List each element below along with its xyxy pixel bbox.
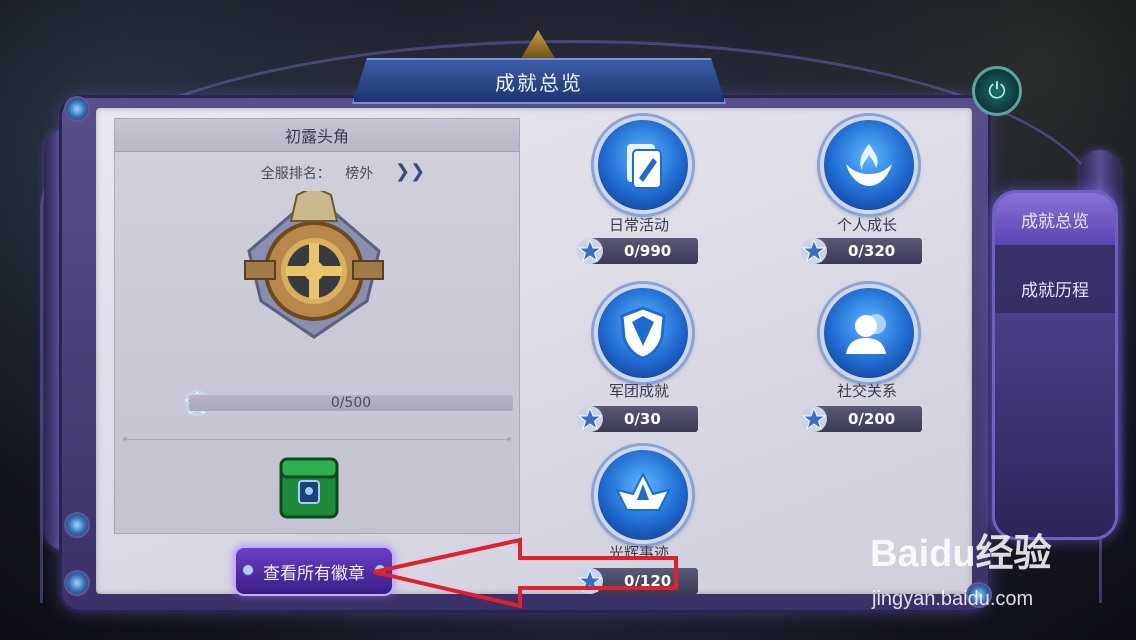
legion-shield-icon[interactable] (594, 284, 692, 382)
social-people-icon[interactable] (820, 284, 918, 382)
rank-value: 榜外 (345, 166, 374, 182)
badge-medal-icon (244, 191, 384, 339)
star-icon (577, 406, 603, 432)
category-count-growth: 0/320 (814, 238, 922, 264)
category-count-legion: 0/30 (590, 406, 698, 432)
page-title: 成就总览 (495, 70, 583, 95)
rank-label: 全服排名： (260, 166, 331, 182)
category-count-social: 0/200 (814, 406, 922, 432)
category-label-legion: 军团成就 (608, 382, 669, 400)
title-tab: 成就总览 (352, 58, 726, 104)
glory-deeds-icon[interactable] (594, 446, 692, 544)
reward-chest-icon[interactable] (277, 451, 341, 521)
badge-progress-bar: 0/500 (189, 395, 513, 411)
power-icon: ⏻ (988, 78, 1006, 104)
corner-knob (64, 512, 90, 538)
personal-growth-icon[interactable] (820, 116, 918, 214)
button-ornament (242, 564, 254, 576)
rank-row: 全服排名： 榜外 (115, 163, 519, 183)
star-icon (801, 406, 827, 432)
badge-progress-text: 0/500 (330, 395, 372, 411)
star-icon (577, 238, 603, 264)
watermark-url: jingyan.baidu.com (872, 588, 1034, 610)
current-badge-panel: 初露头角 全服排名： 榜外 ❯❯ 0/500 (114, 118, 520, 534)
tab-overview[interactable]: 成就总览 (995, 193, 1115, 245)
watermark-logo: Baidu经验 (870, 533, 1052, 575)
category-label-social: 社交关系 (836, 382, 897, 400)
category-label-daily: 日常活动 (608, 216, 669, 234)
view-all-badges-label: 查看所有徽章 (263, 563, 365, 584)
category-label-growth: 个人成长 (836, 216, 897, 234)
exit-button[interactable]: ⏻ (972, 66, 1022, 116)
star-icon (801, 238, 827, 264)
rank-detail-icon[interactable]: ❯❯ (395, 161, 425, 182)
daily-activity-icon[interactable] (594, 116, 692, 214)
tab-panel: 成就总览 成就历程 (992, 190, 1118, 540)
tab-panel-fill (995, 313, 1115, 537)
tab-history[interactable]: 成就历程 (995, 263, 1115, 313)
corner-knob (64, 96, 90, 122)
corner-knob (64, 570, 90, 596)
annotation-arrow-icon (373, 537, 678, 609)
divider (123, 437, 511, 441)
badge-name: 初露头角 (115, 119, 519, 152)
category-count-daily: 0/990 (590, 238, 698, 264)
